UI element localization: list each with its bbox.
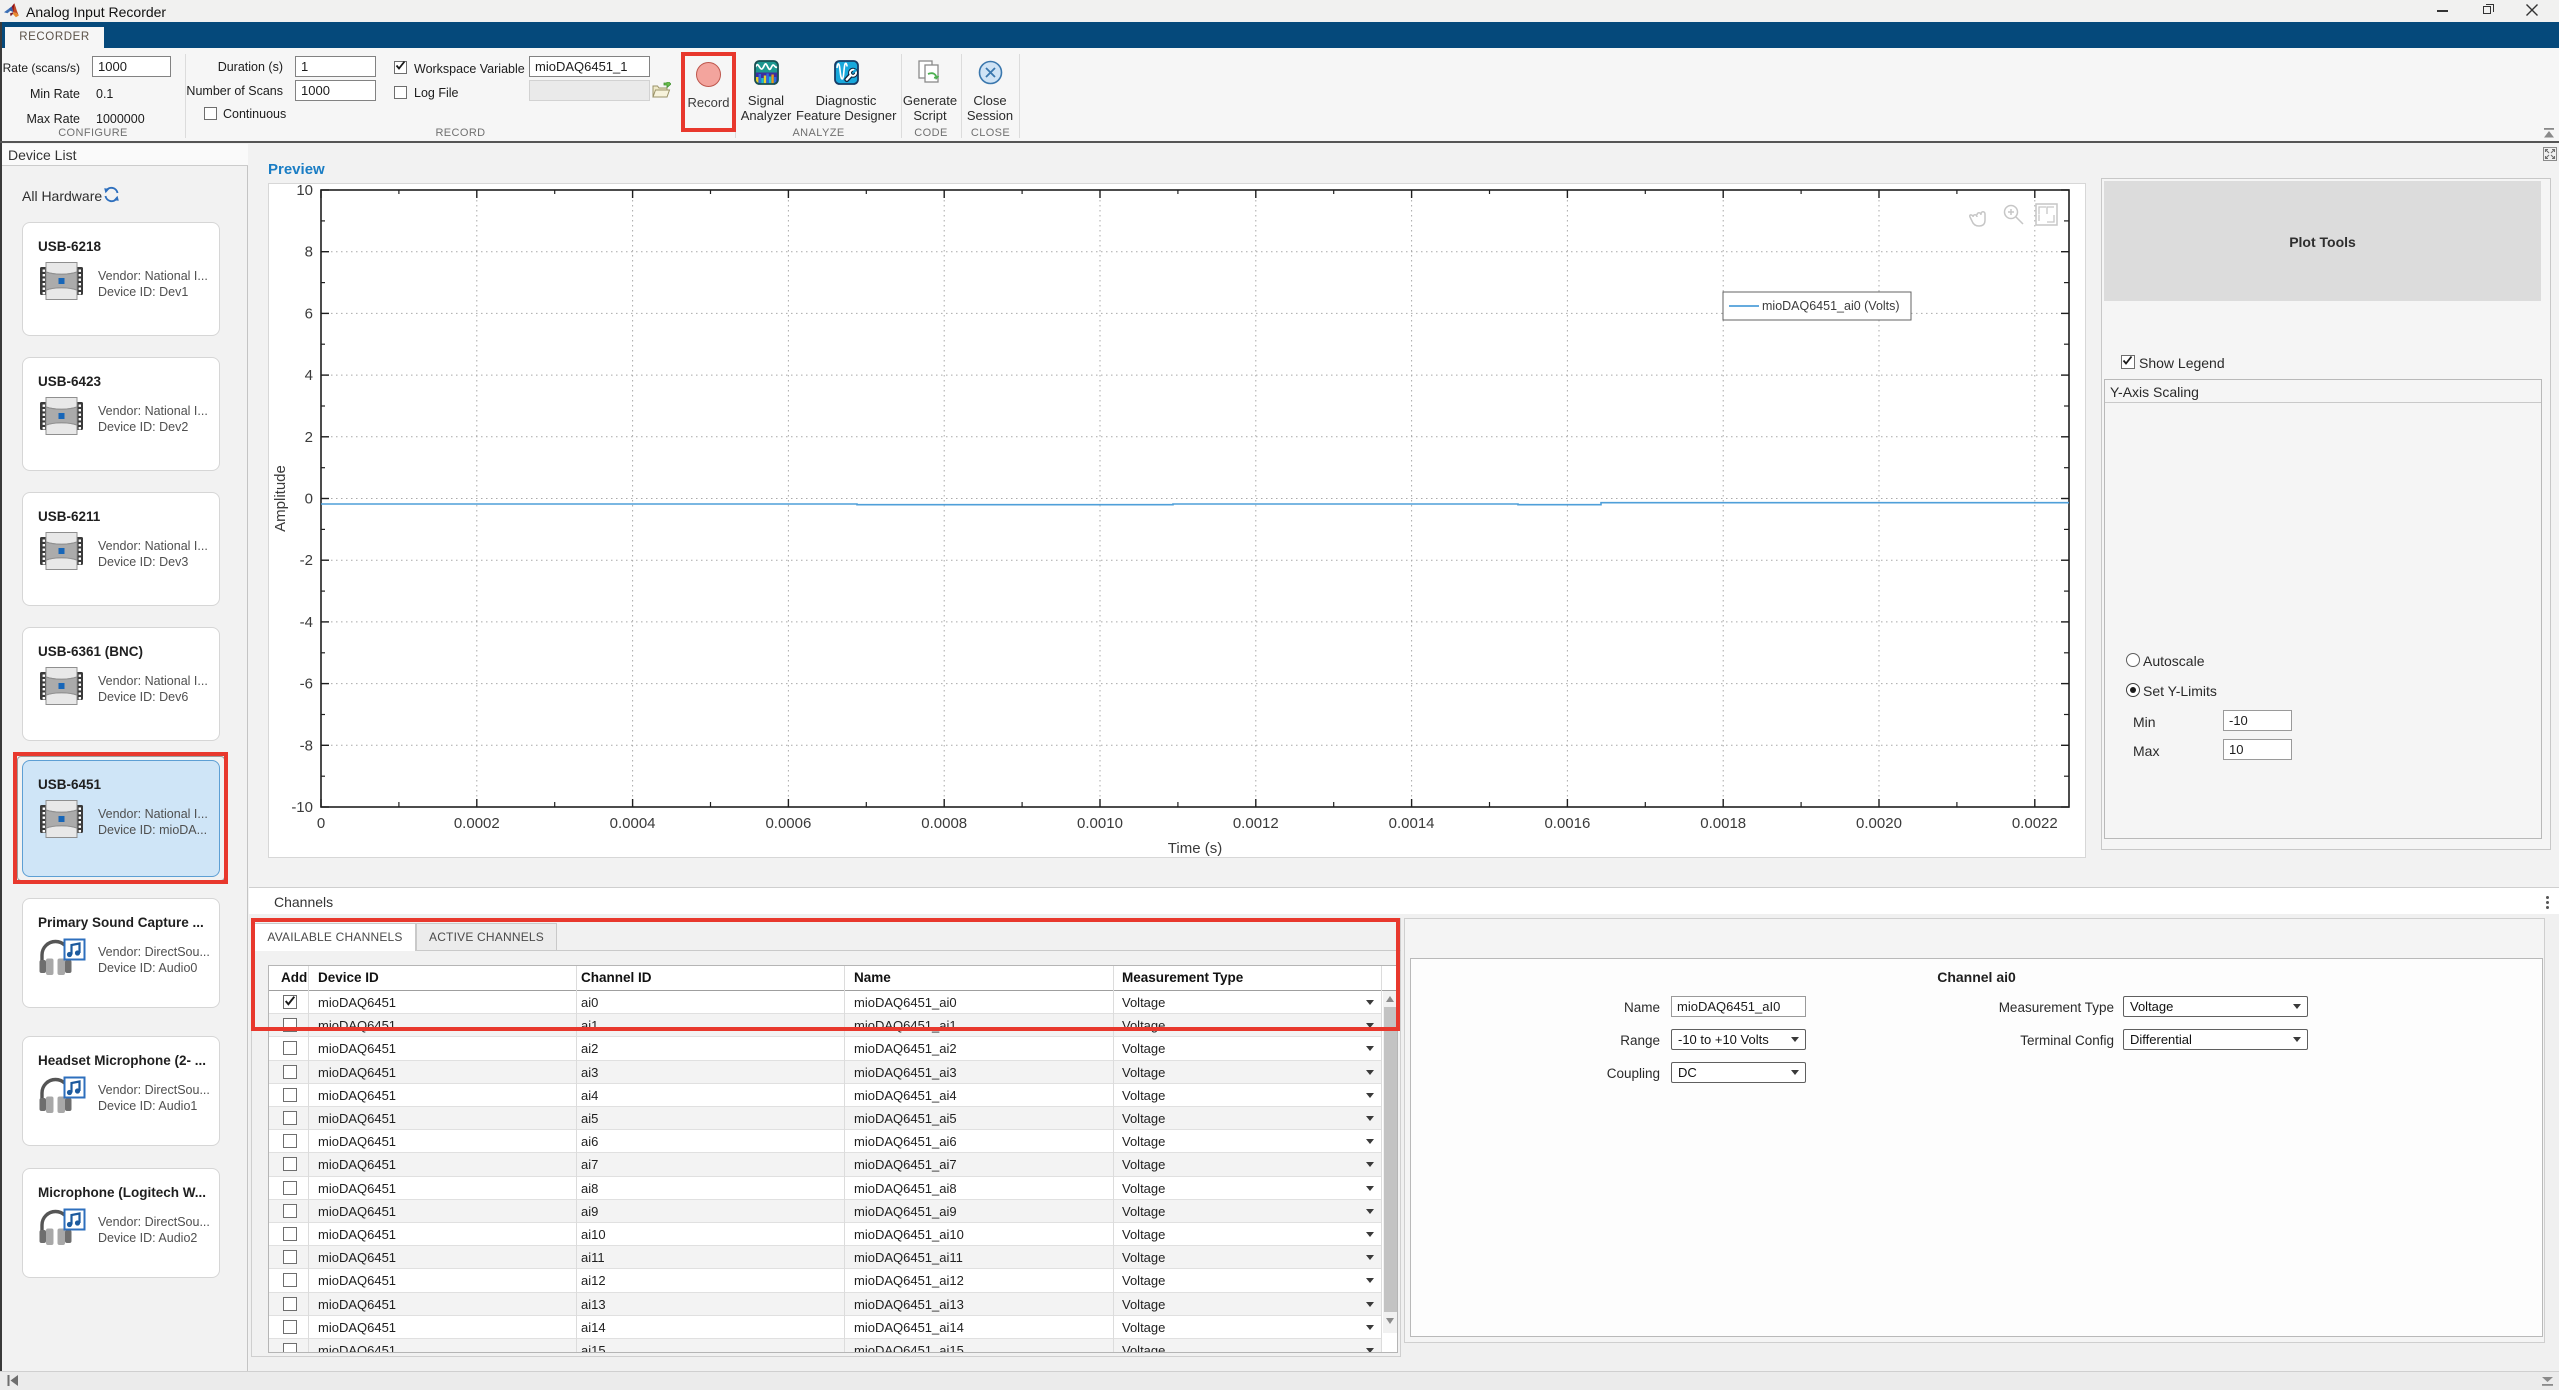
svg-text:0.0018: 0.0018 [1700,815,1746,832]
svg-text:0.0010: 0.0010 [1077,815,1123,832]
svg-text:-2: -2 [300,552,313,569]
svg-text:-10: -10 [291,799,313,816]
svg-text:0: 0 [317,815,325,832]
svg-text:0.0004: 0.0004 [610,815,656,832]
svg-text:0.0022: 0.0022 [2012,815,2058,832]
svg-text:2: 2 [305,429,313,446]
svg-text:mioDAQ6451_ai0 (Volts): mioDAQ6451_ai0 (Volts) [1762,299,1900,313]
svg-text:8: 8 [305,244,313,261]
svg-text:0.0006: 0.0006 [765,815,811,832]
svg-text:-6: -6 [300,676,313,693]
svg-text:-4: -4 [300,614,313,631]
svg-text:Time (s): Time (s) [1168,840,1222,857]
svg-text:-8: -8 [300,737,313,754]
svg-text:0.0008: 0.0008 [921,815,967,832]
svg-text:0.0002: 0.0002 [454,815,500,832]
svg-text:0.0012: 0.0012 [1233,815,1279,832]
svg-text:0.0014: 0.0014 [1389,815,1435,832]
svg-text:0.0020: 0.0020 [1856,815,1902,832]
svg-text:4: 4 [305,367,313,384]
svg-text:Amplitude: Amplitude [272,465,289,532]
svg-text:0.0016: 0.0016 [1544,815,1590,832]
svg-text:0: 0 [305,491,313,508]
svg-text:10: 10 [296,183,313,199]
svg-text:6: 6 [305,305,313,322]
